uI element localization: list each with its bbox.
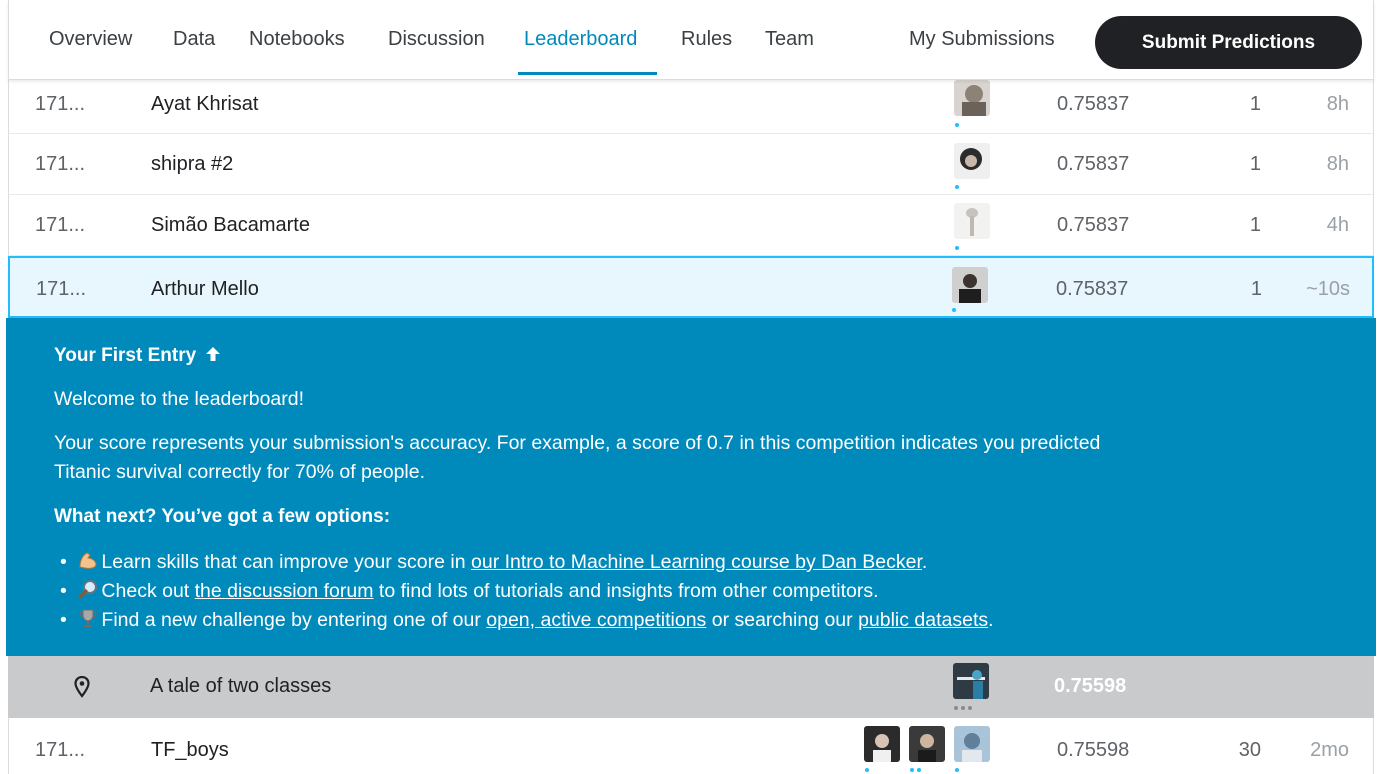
tier-dot (955, 123, 959, 127)
last-submission-cell: 8h (1326, 153, 1349, 175)
public-datasets-link[interactable]: public datasets (858, 609, 988, 631)
entries-cell: 30 (1238, 739, 1261, 761)
list-item: • Learn skills that can improve your sco… (60, 551, 928, 573)
option-text: Learn skills that can improve your score… (101, 551, 471, 573)
tab-data[interactable]: Data (173, 28, 215, 51)
avatar[interactable] (954, 726, 990, 762)
first-entry-title: Your First Entry (54, 345, 222, 367)
tab-notebooks[interactable]: Notebooks (249, 28, 345, 51)
list-item: • Check out the discussion forum to find… (60, 580, 879, 602)
avatar[interactable] (954, 80, 990, 116)
option-text: or searching our (706, 609, 859, 631)
score-description-line: Titanic survival correctly for 70% of pe… (54, 461, 426, 483)
tier-dot (952, 308, 956, 312)
next-steps-title: What next? You’ve got a few options: (54, 506, 391, 527)
trophy-icon (79, 609, 98, 627)
active-tab-indicator (518, 72, 657, 75)
discussion-forum-link[interactable]: the discussion forum (195, 580, 374, 602)
leaderboard-row[interactable]: 171... Simão Bacamarte 0.75837 1 4h (8, 195, 1374, 256)
flexed-biceps-icon (79, 552, 97, 569)
team-name[interactable]: Ayat Khrisat (151, 93, 258, 116)
leaderboard-row[interactable]: 171... Ayat Khrisat 0.75837 1 8h (8, 80, 1374, 134)
intro-ml-course-link[interactable]: our Intro to Machine Learning course by … (471, 551, 922, 573)
leaderboard-row[interactable]: 171... TF_boys 0.75598 30 2mo (8, 718, 1374, 774)
entries-cell: 1 (1249, 214, 1261, 236)
tier-dot (954, 706, 958, 710)
tier-dot (955, 185, 959, 189)
my-submissions-link[interactable]: My Submissions (909, 28, 1055, 51)
tier-dot (865, 768, 869, 772)
first-entry-title-text: Your First Entry (54, 345, 197, 366)
rank-cell: 171... (35, 214, 86, 236)
option-text: to find lots of tutorials and insights f… (373, 580, 879, 602)
tab-team[interactable]: Team (765, 28, 814, 51)
score-description-line: Your score represents your submission's … (54, 432, 1101, 454)
benchmark-row[interactable]: A tale of two classes 0.75598 (8, 656, 1374, 718)
tier-dot (917, 768, 921, 772)
rank-cell: 171... (35, 739, 86, 761)
magnifying-glass-icon (78, 580, 98, 599)
entries-cell: 1 (1250, 278, 1262, 300)
map-pin-icon (74, 676, 90, 698)
score-description: Your score represents your submission's … (54, 429, 1100, 487)
tier-dot (968, 706, 972, 710)
leaderboard-row[interactable]: 171... shipra #2 0.75837 1 8h (8, 134, 1374, 195)
score-cell: 0.75837 (1057, 153, 1130, 175)
benchmark-name[interactable]: A tale of two classes (150, 675, 331, 698)
score-cell: 0.75837 (1057, 214, 1130, 236)
welcome-greeting: Welcome to the leaderboard! (54, 388, 305, 410)
tab-discussion[interactable]: Discussion (388, 28, 485, 51)
entries-cell: 1 (1249, 153, 1261, 175)
option-text: Check out (101, 580, 195, 602)
list-item: • Find a new challenge by entering one o… (60, 609, 994, 631)
my-leaderboard-row[interactable]: 171... Arthur Mello 0.75837 1 ~10s (8, 256, 1374, 318)
avatar[interactable] (953, 663, 989, 699)
avatar[interactable] (909, 726, 945, 762)
last-submission-cell: ~10s (1306, 278, 1350, 300)
next-steps-list: • Learn skills that can improve your sco… (54, 548, 994, 635)
team-name[interactable]: shipra #2 (151, 153, 233, 176)
benchmark-score: 0.75598 (1054, 675, 1127, 697)
option-text: Find a new challenge by entering one of … (101, 609, 487, 631)
option-text: . (988, 609, 994, 631)
arrow-up-icon (206, 347, 221, 361)
entries-cell: 1 (1249, 93, 1261, 115)
rank-cell: 171... (35, 153, 86, 175)
rank-cell: 171... (35, 93, 86, 115)
last-submission-cell: 8h (1326, 93, 1349, 115)
tab-overview[interactable]: Overview (49, 28, 132, 51)
first-entry-panel: Your First Entry Welcome to the leaderbo… (6, 318, 1376, 656)
last-submission-cell: 2mo (1310, 739, 1349, 761)
avatar[interactable] (952, 267, 988, 303)
team-name[interactable]: Simão Bacamarte (151, 214, 310, 237)
avatar[interactable] (864, 726, 900, 762)
tier-dot (955, 246, 959, 250)
competition-nav: Overview Data Notebooks Discussion Leade… (8, 0, 1374, 80)
tab-leaderboard[interactable]: Leaderboard (524, 28, 637, 51)
tier-dot (961, 706, 965, 710)
tier-dot (955, 768, 959, 772)
submit-predictions-button[interactable]: Submit Predictions (1095, 16, 1362, 69)
team-name[interactable]: TF_boys (151, 739, 229, 762)
team-name[interactable]: Arthur Mello (151, 278, 259, 301)
avatar[interactable] (954, 143, 990, 179)
option-text: . (921, 551, 928, 573)
active-competitions-link[interactable]: open, active competitions (486, 609, 706, 631)
last-submission-cell: 4h (1326, 214, 1349, 236)
rank-cell: 171... (36, 278, 87, 300)
score-cell: 0.75837 (1057, 93, 1130, 115)
avatar[interactable] (954, 203, 990, 239)
score-cell: 0.75598 (1057, 739, 1130, 761)
score-cell: 0.75837 (1056, 278, 1129, 300)
tier-dot (910, 768, 914, 772)
tab-rules[interactable]: Rules (681, 28, 732, 51)
